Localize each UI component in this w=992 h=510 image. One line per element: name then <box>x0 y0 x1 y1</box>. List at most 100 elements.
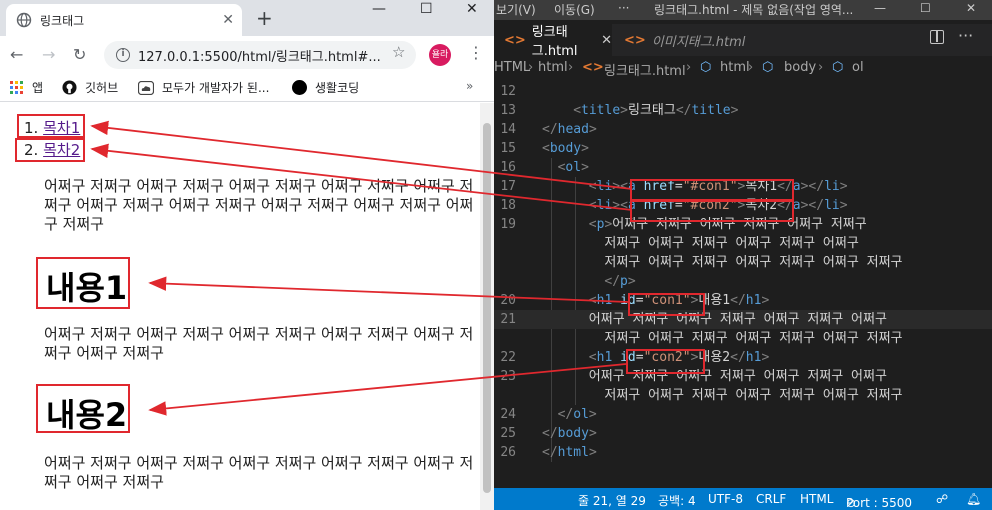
encoding-status[interactable]: UTF-8 <box>708 492 743 506</box>
menu-more[interactable]: ··· <box>618 1 629 15</box>
back-arrow-icon[interactable]: ← <box>10 45 23 65</box>
tab-linktag[interactable]: 링크태그 ✕ <box>6 4 242 36</box>
chevron-right-icon: › <box>528 60 534 75</box>
forward-arrow-icon[interactable]: → <box>42 45 55 65</box>
indentation-status[interactable]: 공백: 4 <box>658 492 696 509</box>
code-line[interactable]: 저쩌구 어쩌구 저쩌구 어쩌구 저쩌구 어쩌구 <box>494 234 992 253</box>
crumb-ol[interactable]: ol <box>852 60 864 75</box>
feedback-icon[interactable]: ☍ <box>936 492 948 506</box>
toc-link-2[interactable]: 목차2 <box>43 141 80 159</box>
tab-imagetag-html[interactable]: <> 이미지태그.html <box>614 24 774 56</box>
code-line[interactable]: 22 <h1 id="con2">내용2</h1> <box>494 348 992 367</box>
code-token: > <box>588 445 597 460</box>
info-icon[interactable]: i <box>116 48 130 62</box>
crumb-html-root[interactable]: HTML <box>494 60 530 75</box>
code-line[interactable]: 12 <box>494 82 992 101</box>
code-token: a <box>627 198 636 213</box>
bookmark-apps[interactable]: 앱 <box>10 79 43 96</box>
code-line[interactable]: 24 </ol> <box>494 405 992 424</box>
code-line[interactable]: 26 </html> <box>494 443 992 462</box>
code-line[interactable]: 23 어쩌구 저쩌구 어쩌구 저쩌구 어쩌구 저쩌구 어쩌구 <box>494 367 992 386</box>
tab-linktag-html[interactable]: <> 링크태그.html ✕ <box>494 24 612 59</box>
code-line[interactable]: </p> <box>494 272 992 291</box>
maximize-button[interactable]: ☐ <box>420 0 433 20</box>
vs-minimize-button[interactable]: — <box>874 1 886 15</box>
window-title: 링크태그.html - 제목 없음(작업 영역... <box>654 3 854 17</box>
line-code: <ol> <box>558 158 589 177</box>
line-code: <li><a href="#con1">목차1</a></li> <box>589 177 848 196</box>
code-line[interactable]: 16 <ol> <box>494 158 992 177</box>
language-mode[interactable]: HTML <box>800 492 833 506</box>
bookmark-star-icon[interactable]: ☆ <box>392 43 405 61</box>
line-number: 19 <box>500 217 516 232</box>
page-scrollbar[interactable] <box>480 103 494 510</box>
line-number: 12 <box>500 84 516 99</box>
vs-close-button[interactable]: ✕ <box>966 1 976 15</box>
code-token: > <box>581 141 589 156</box>
code-line[interactable]: 25 </body> <box>494 424 992 443</box>
address-bar[interactable]: i 127.0.0.1:5500/html/링크태그.html#... <box>104 41 416 69</box>
code-line[interactable]: 17 <li><a href="#con1">목차1</a></li> <box>494 177 992 196</box>
code-token: body <box>557 426 589 441</box>
scrollbar-thumb[interactable] <box>483 123 491 493</box>
code-line[interactable]: 21 어쩌구 저쩌구 어쩌구 저쩌구 어쩌구 저쩌구 어쩌구 <box>494 310 992 329</box>
element-cube-icon: ⬡ <box>700 60 712 75</box>
code-token: p <box>620 274 628 289</box>
code-line[interactable]: 저쩌구 어쩌구 저쩌구 어쩌구 저쩌구 어쩌구 저쩌구 <box>494 253 992 272</box>
crumb-file[interactable]: 링크태그.html <box>604 60 686 79</box>
code-line[interactable]: 저쩌구 어쩌구 저쩌구 어쩌구 저쩌구 어쩌구 저쩌구 <box>494 386 992 405</box>
eol-status[interactable]: CRLF <box>756 492 786 506</box>
line-number: 18 <box>500 198 516 213</box>
code-line[interactable]: 14 </head> <box>494 120 992 139</box>
tab-title: 링크태그 <box>40 13 85 28</box>
line-code: 어쩌구 저쩌구 어쩌구 저쩌구 어쩌구 저쩌구 어쩌구 <box>589 367 887 386</box>
code-line[interactable]: 18 <li><a href="#con2">목차2</a></li> <box>494 196 992 215</box>
line-code: 저쩌구 어쩌구 저쩌구 어쩌구 저쩌구 어쩌구 <box>604 234 858 253</box>
code-token: </ <box>730 350 746 365</box>
crumb-body[interactable]: body <box>784 60 816 75</box>
code-token: id <box>620 293 636 308</box>
reload-icon[interactable]: ↻ <box>73 45 86 65</box>
crumb-html[interactable]: html <box>720 60 750 75</box>
globe-icon <box>16 12 32 28</box>
code-token: < <box>588 350 597 365</box>
tab-close-icon[interactable]: ✕ <box>222 12 234 28</box>
line-number: 25 <box>500 426 516 441</box>
vscode-titlebar: 보기(V) 이동(G) ··· 링크태그.html - 제목 없음(작업 영역.… <box>494 0 992 20</box>
bell-icon[interactable]: 🔔︎ <box>966 492 981 506</box>
new-tab-button[interactable]: + <box>256 8 273 28</box>
cursor-position[interactable]: 줄 21, 열 29 <box>578 492 646 509</box>
code-line[interactable]: 13 <title>링크태그</title> <box>494 101 992 120</box>
code-line[interactable]: 15 <body> <box>494 139 992 158</box>
code-token: </ <box>542 122 558 137</box>
split-editor-icon[interactable] <box>930 30 944 44</box>
code-editor[interactable]: 12 13 <title>링크태그</title> 14 </head> 15 <body>… <box>494 82 992 488</box>
tab-label: 링크태그.html <box>531 25 578 59</box>
url-text: 127.0.0.1:5500/html/링크태그.html#... <box>138 49 381 65</box>
code-token: </ <box>808 179 825 194</box>
menu-view[interactable]: 보기(V) <box>496 1 536 18</box>
paragraph-3: 어쩌구 저쩌구 어쩌구 저쩌구 어쩌구 저쩌구 어쩌구 저쩌구 어쩌구 저쩌구 … <box>44 454 474 491</box>
bookmark-opentutorials[interactable]: 생활코딩 <box>292 79 359 96</box>
code-line[interactable]: 20 <h1 id="con1">내용1</h1> <box>494 291 992 310</box>
bookmark-github[interactable]: 깃허브 <box>62 79 118 96</box>
close-window-button[interactable]: ✕ <box>466 0 478 20</box>
minimize-button[interactable]: — <box>372 0 386 20</box>
chrome-browser-window: 링크태그 ✕ + — ☐ ✕ ← → ↻ i 127.0.0.1:5500/ht… <box>0 0 494 510</box>
more-actions-icon[interactable]: ··· <box>958 26 973 45</box>
line-number: 22 <box>500 350 516 365</box>
code-line[interactable]: 저쩌구 어쩌구 저쩌구 어쩌구 저쩌구 어쩌구 저쩌구 <box>494 329 992 348</box>
line-number: 21 <box>500 312 516 327</box>
tab-close-icon[interactable]: ✕ <box>601 33 612 48</box>
vs-maximize-button[interactable]: ☐ <box>920 1 931 15</box>
bookmarks-overflow-icon[interactable]: » <box>466 79 473 93</box>
menu-dots-icon[interactable]: ⋮ <box>468 43 484 62</box>
crumb-folder[interactable]: html <box>538 60 568 75</box>
code-line[interactable]: 19 <p>어쩌구 저쩌구 어쩌구 저쩌구 어쩌구 저쩌구 <box>494 215 992 234</box>
profile-avatar[interactable]: 욜라 <box>429 44 451 66</box>
line-number: 13 <box>500 103 516 118</box>
toc-link-1[interactable]: 목차1 <box>43 119 80 137</box>
menu-go[interactable]: 이동(G) <box>554 1 595 18</box>
bookmark-everyone-dev[interactable]: 모두가 개발자가 된... <box>138 79 269 96</box>
